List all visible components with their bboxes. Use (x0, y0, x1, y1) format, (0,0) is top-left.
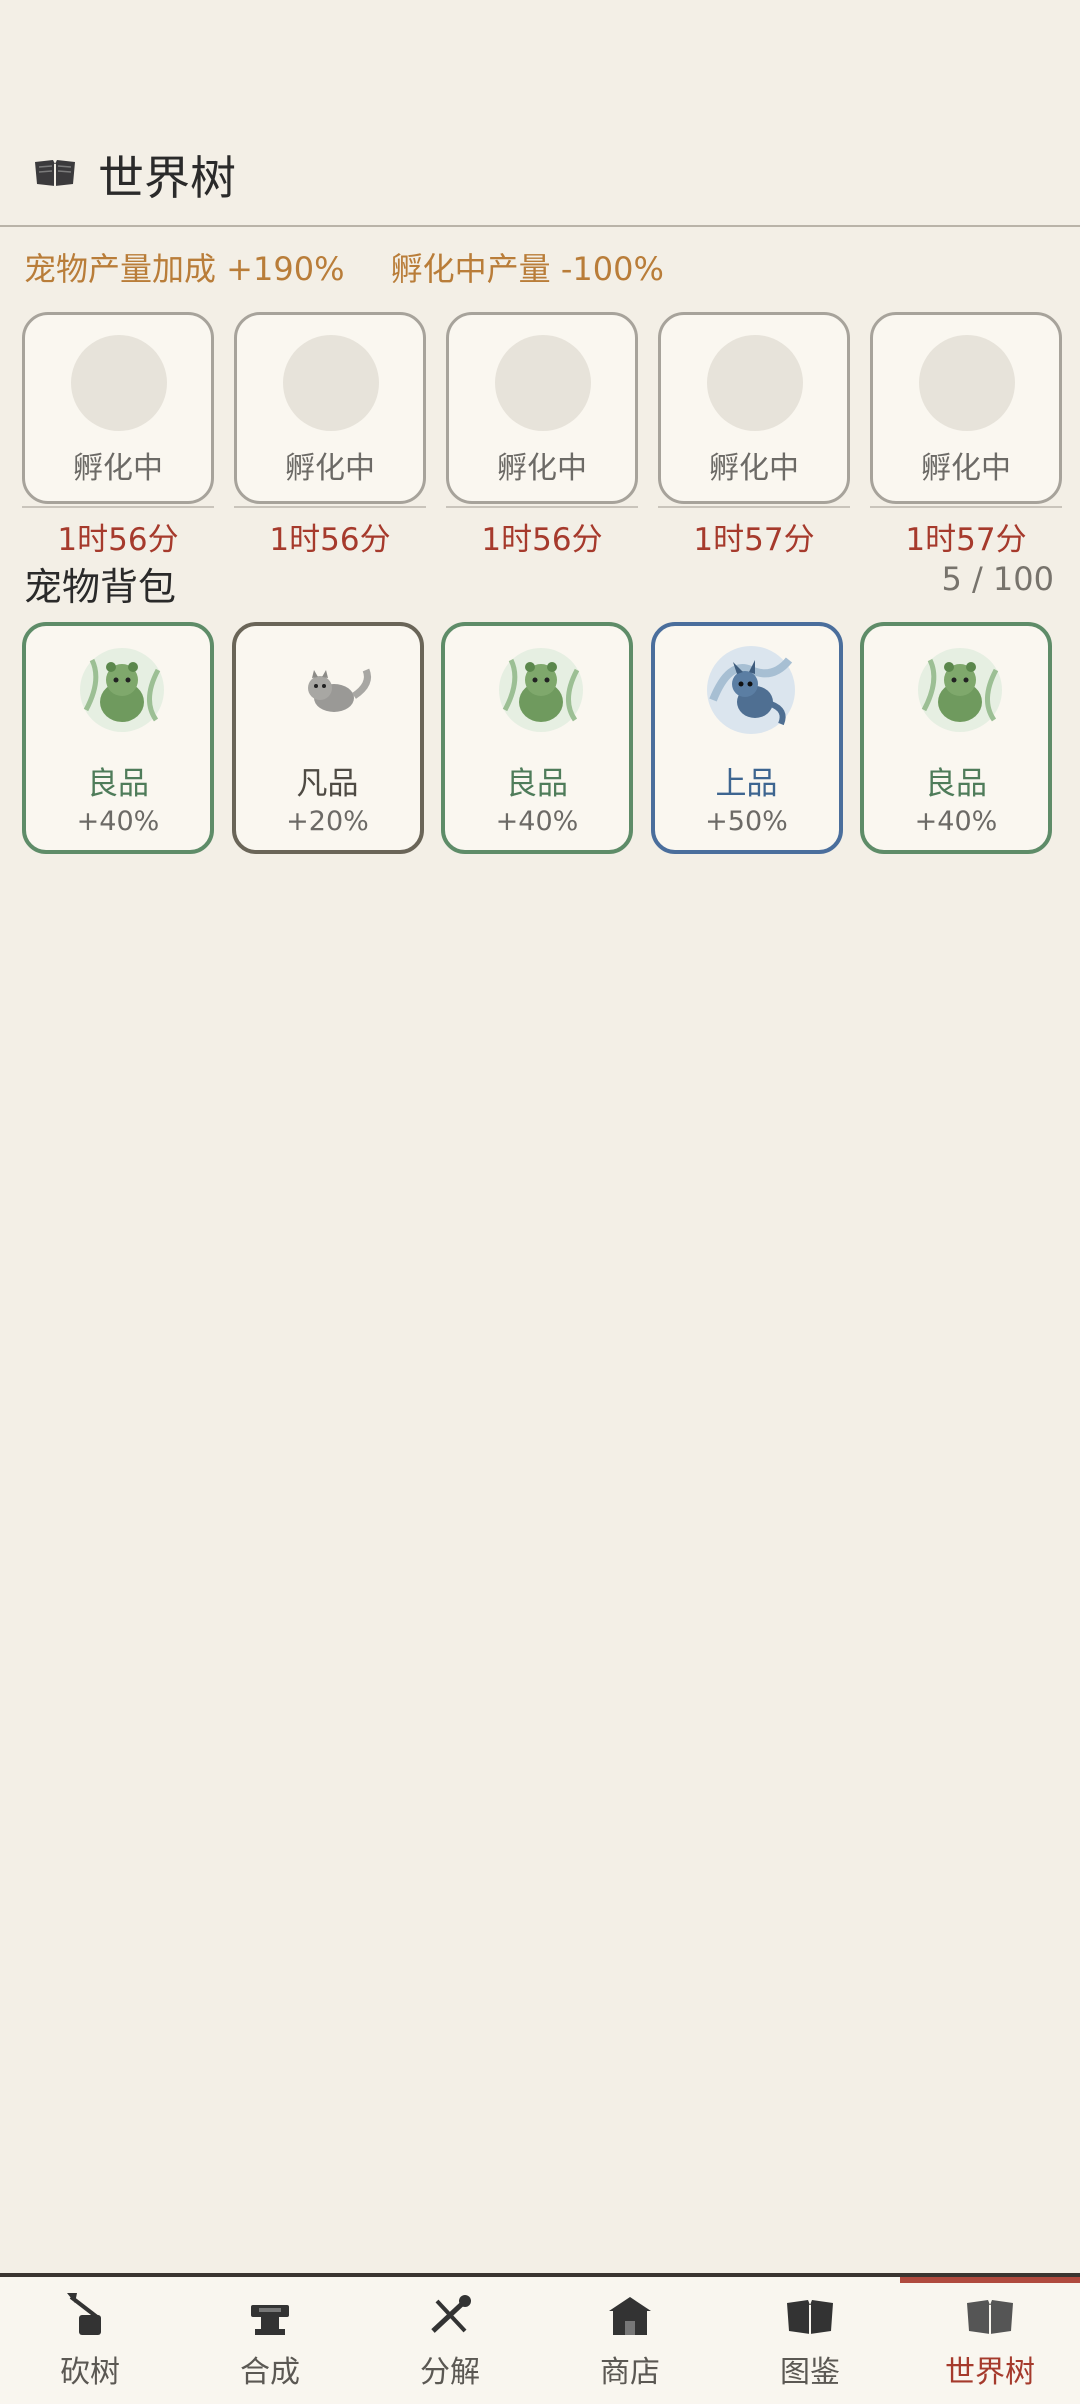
nav-item-chop[interactable]: 砍树 (0, 2277, 180, 2404)
divider (446, 506, 638, 508)
book-icon (787, 2300, 833, 2334)
pet-bonus: +20% (286, 806, 369, 837)
pet-bonus: +50% (705, 806, 788, 837)
hatch-slot[interactable]: 孵化中 1时57分 (658, 312, 850, 559)
pet-bonus: +40% (914, 806, 998, 837)
divider (234, 506, 426, 508)
page-header: 世界树 (0, 120, 1080, 227)
grey-cat-icon (307, 668, 371, 712)
egg-placeholder (283, 335, 379, 431)
nav-label: 商店 (600, 2355, 660, 2390)
hatch-slot[interactable]: 孵化中 1时56分 (22, 312, 214, 559)
hatch-timer: 1时57分 (693, 522, 815, 558)
hatch-status: 孵化中 (73, 451, 163, 486)
pet-bonus: +40% (495, 806, 579, 837)
hatch-timer: 1时56分 (269, 522, 391, 558)
pet-grade: 良品 (925, 766, 987, 802)
egg-placeholder (495, 335, 591, 431)
egg-placeholder (707, 335, 803, 431)
pet-card[interactable]: 良品 +40% (860, 622, 1052, 854)
anvil-icon (251, 2305, 289, 2335)
nav-item-codex[interactable]: 图鉴 (720, 2277, 900, 2404)
pet-bag-grid: 良品 +40% 凡品 +20% 良品 +40% 上品 +50% 良品 +40% (22, 622, 1052, 854)
bottom-nav: 砍树 合成 分解 商店 图鉴 世界树 (0, 2273, 1080, 2404)
pet-bonus: +40% (76, 806, 160, 837)
green-cat-icon (918, 648, 1002, 732)
nav-label: 合成 (240, 2355, 300, 2390)
hatch-status: 孵化中 (285, 451, 375, 486)
pet-bonus-text: 宠物产量加成 +190% (24, 250, 345, 288)
hatch-slot[interactable]: 孵化中 1时56分 (234, 312, 426, 559)
green-cat-icon (499, 648, 583, 732)
blue-dragon-icon (706, 646, 795, 734)
egg-placeholder (71, 335, 167, 431)
nav-label: 分解 (420, 2355, 480, 2390)
shop-icon (609, 2297, 651, 2335)
axe-stump-icon (67, 2293, 101, 2335)
nav-item-world-tree[interactable]: 世界树 (900, 2277, 1080, 2404)
nav-label: 砍树 (60, 2355, 120, 2390)
hatching-penalty-text: 孵化中产量 -100% (390, 250, 664, 288)
hatch-status: 孵化中 (921, 451, 1011, 486)
hatch-slot[interactable]: 孵化中 1时57分 (870, 312, 1062, 559)
nav-item-decompose[interactable]: 分解 (360, 2277, 540, 2404)
production-stats: 宠物产量加成 +190% 孵化中产量 -100% (24, 244, 700, 290)
pet-card[interactable]: 上品 +50% (650, 622, 843, 854)
hatch-slot[interactable]: 孵化中 1时56分 (446, 312, 638, 559)
green-cat-icon (80, 648, 164, 732)
pet-grade: 良品 (87, 766, 149, 802)
pet-card[interactable]: 良品 +40% (441, 622, 633, 854)
divider (870, 506, 1062, 508)
book-icon (967, 2300, 1013, 2334)
hatch-status: 孵化中 (709, 451, 799, 486)
hatch-timer: 1时56分 (57, 522, 179, 558)
book-icon (35, 160, 75, 186)
nav-label: 世界树 (945, 2355, 1035, 2390)
pet-grade: 良品 (506, 766, 568, 802)
hatchery-slots: 孵化中 1时56分 孵化中 1时56分 孵化中 1时56分 孵化中 1时57分 … (22, 312, 1062, 559)
nav-label: 图鉴 (780, 2355, 840, 2390)
pet-card[interactable]: 良品 +40% (22, 622, 214, 854)
nav-item-craft[interactable]: 合成 (180, 2277, 360, 2404)
page-title: 世界树 (98, 151, 236, 205)
hatch-card[interactable]: 孵化中 (870, 312, 1062, 504)
tools-icon (431, 2295, 471, 2333)
hatch-card[interactable]: 孵化中 (446, 312, 638, 504)
bag-title: 宠物背包 (24, 565, 177, 609)
hatch-card[interactable]: 孵化中 (22, 312, 214, 504)
divider (22, 506, 214, 508)
divider (658, 506, 850, 508)
bag-count: 5 / 100 (941, 560, 1054, 598)
egg-placeholder (919, 335, 1015, 431)
hatch-card[interactable]: 孵化中 (658, 312, 850, 504)
pet-grade: 凡品 (296, 766, 359, 802)
nav-item-shop[interactable]: 商店 (540, 2277, 720, 2404)
hatch-timer: 1时56分 (481, 522, 603, 558)
pet-grade: 上品 (715, 766, 778, 802)
pet-card[interactable]: 凡品 +20% (231, 622, 424, 854)
hatch-timer: 1时57分 (905, 522, 1027, 558)
hatch-card[interactable]: 孵化中 (234, 312, 426, 504)
hatch-status: 孵化中 (497, 451, 587, 486)
